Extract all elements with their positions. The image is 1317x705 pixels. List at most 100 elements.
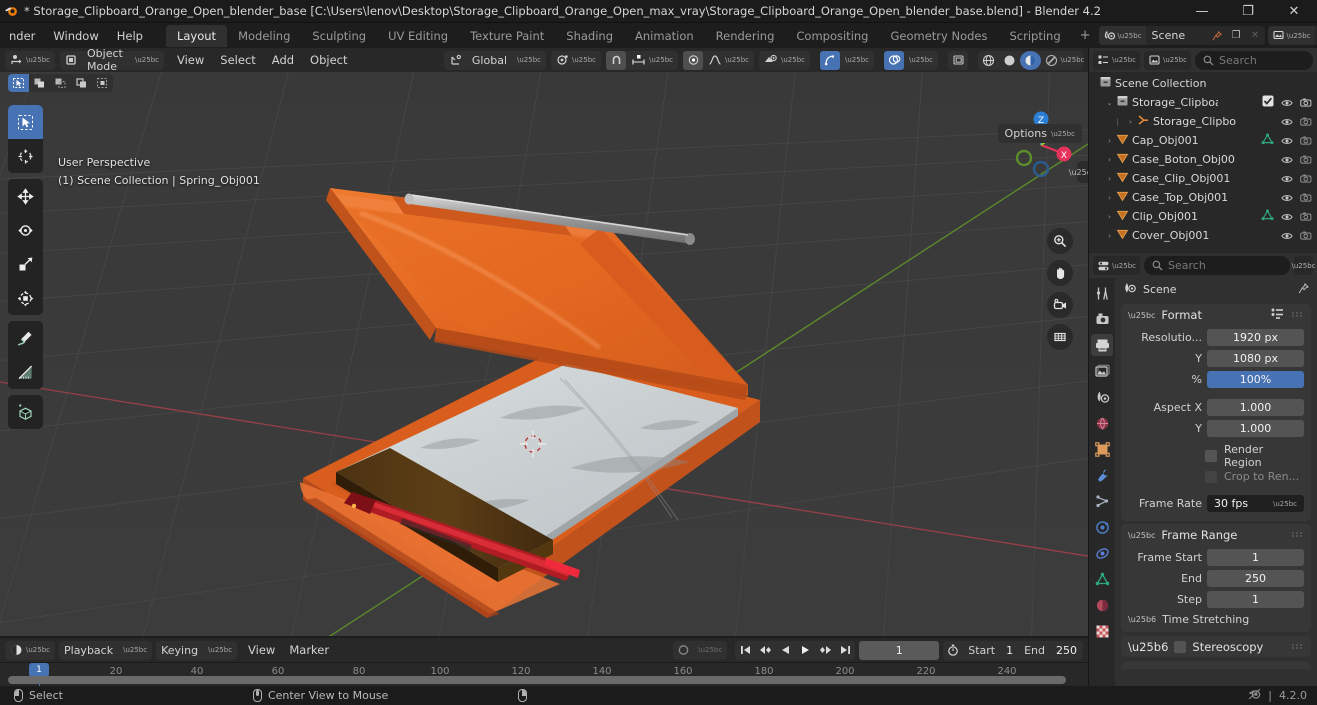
frame-end-value[interactable]: 250	[1207, 570, 1304, 587]
viewport-options-button[interactable]: Options \u25bc	[997, 124, 1082, 143]
play-button[interactable]	[795, 641, 815, 660]
toggle-orthographic-icon[interactable]	[1047, 324, 1073, 350]
object-tab[interactable]	[1091, 438, 1113, 460]
add-workspace-button[interactable]: +	[1072, 25, 1099, 46]
disclosure-triangle-icon[interactable]: ›	[1103, 175, 1116, 183]
collection-checkbox[interactable]	[1262, 95, 1274, 110]
tab-modeling[interactable]: Modeling	[227, 25, 301, 47]
show-overlays-icon[interactable]	[884, 50, 904, 70]
object-mode-icon[interactable]	[60, 51, 82, 70]
pin-icon[interactable]	[1208, 26, 1227, 45]
view-layer-tab[interactable]	[1091, 360, 1113, 382]
scale-tool[interactable]	[8, 247, 43, 281]
next-keyframe-button[interactable]	[815, 641, 835, 660]
tab-layout[interactable]: Layout	[165, 24, 228, 47]
measure-tool[interactable]	[8, 355, 43, 389]
end-value[interactable]: 250	[1050, 644, 1083, 657]
zoom-icon[interactable]	[1047, 228, 1073, 254]
material-preview-shading-icon[interactable]	[1020, 50, 1041, 70]
add-cube-tool[interactable]	[8, 395, 43, 429]
proportional-editing-group[interactable]: \u25bc	[683, 50, 754, 70]
chevron-down-icon[interactable]: \u25bc	[1128, 311, 1155, 320]
outliner-row-storage-clipboard-empty[interactable]: | › Storage_Clipbo	[1089, 112, 1317, 131]
transform-tool[interactable]	[8, 281, 43, 315]
material-tab[interactable]	[1091, 594, 1113, 616]
chevron-right-icon[interactable]: \u25b6	[1128, 640, 1168, 654]
snapping-group[interactable]: \u25bc	[606, 50, 678, 70]
disclosure-triangle-icon[interactable]: ›	[1103, 232, 1116, 240]
tab-rendering[interactable]: Rendering	[705, 25, 786, 47]
auto-keying-group[interactable]: \u25bc	[673, 640, 728, 660]
chevron-down-icon[interactable]: \u25bc	[203, 641, 237, 660]
viewlayer-icon[interactable]: \u25bc	[1267, 26, 1315, 45]
tab-scripting[interactable]: Scripting	[999, 25, 1072, 47]
panel-drag-handle-icon[interactable]	[1292, 308, 1304, 322]
3d-viewport[interactable]: \u25bc Object Mode \u25bc View Select Ad…	[0, 48, 1088, 636]
camera-icon[interactable]	[1300, 135, 1312, 147]
panel-drag-handle-icon[interactable]	[1292, 640, 1304, 654]
chevron-right-icon[interactable]: \u25b6	[1128, 615, 1156, 624]
viewlayer-selector[interactable]: \u25bc ViewLayer ❐ ✕	[1267, 26, 1317, 45]
snap-magnet-icon[interactable]	[606, 50, 626, 70]
frame-range-controls[interactable]: Start 1 End 250	[943, 640, 1083, 660]
tweak-select-tool[interactable]	[8, 105, 43, 139]
camera-icon[interactable]	[1300, 173, 1312, 185]
mesh-data-icon[interactable]	[1261, 209, 1274, 224]
panel-drag-handle-icon[interactable]	[1292, 528, 1304, 542]
viewport-menu-select[interactable]: Select	[212, 51, 263, 69]
viewport-menu-object[interactable]: Object	[302, 51, 355, 69]
keying-label[interactable]: Keying	[156, 641, 203, 660]
camera-icon[interactable]	[1300, 154, 1312, 166]
menu-help[interactable]: Help	[108, 26, 152, 46]
frame-range-panel[interactable]: \u25bc Frame Range Frame Start 1 End 250…	[1121, 524, 1311, 632]
preset-list-icon[interactable]	[1271, 308, 1284, 322]
viewport-nav-buttons[interactable]	[1047, 228, 1073, 350]
pan-hand-icon[interactable]	[1047, 260, 1073, 286]
chevron-down-icon[interactable]: \u25bc	[840, 51, 874, 70]
chevron-down-icon[interactable]: \u25bc	[512, 51, 546, 70]
eye-icon[interactable]	[1281, 135, 1293, 147]
frame-end-row[interactable]: End 250	[1128, 569, 1304, 588]
camera-icon[interactable]	[1300, 230, 1312, 242]
select-subtract-icon[interactable]	[50, 74, 71, 92]
editor-type-icon[interactable]: \u25bc	[5, 51, 55, 70]
chevron-down-icon[interactable]: \u25bc	[693, 641, 727, 660]
orientation-label[interactable]: Global	[467, 51, 512, 70]
texture-tab[interactable]	[1091, 620, 1113, 642]
viewport-canvas[interactable]	[0, 48, 1088, 636]
crop-to-render-region-row[interactable]: Crop to Ren...	[1205, 467, 1304, 486]
outliner-row-case-boton-obj00[interactable]: › Case_Boton_Obj00	[1089, 150, 1317, 169]
properties-options-chevron-icon[interactable]: \u25bc	[1292, 256, 1316, 275]
timeline-scrollbar[interactable]	[8, 676, 1066, 684]
new-scene-button[interactable]: ❐	[1227, 26, 1246, 45]
disclosure-triangle-icon[interactable]: ⌄	[1103, 99, 1116, 107]
tab-sculpting[interactable]: Sculpting	[301, 25, 377, 47]
playback-menu[interactable]: Playback \u25bc	[59, 640, 153, 660]
chevron-down-icon[interactable]: \u25bc	[904, 51, 938, 70]
frame-step-value[interactable]: 1	[1207, 591, 1304, 608]
visibility-selector[interactable]: \u25bc	[759, 50, 810, 70]
resolution-percent-row[interactable]: % 100%	[1128, 370, 1304, 389]
camera-icon[interactable]	[1300, 192, 1312, 204]
maximize-button[interactable]: ❐	[1225, 0, 1271, 23]
frame-step-row[interactable]: Step 1	[1128, 590, 1304, 609]
object-visibility-icon[interactable]: \u25bc	[759, 51, 810, 70]
format-panel[interactable]: \u25bc Format Resolutio... 1920 px Y 108…	[1121, 304, 1311, 521]
pivot-icon[interactable]: \u25bc	[551, 51, 601, 70]
stereoscopy-checkbox[interactable]	[1174, 640, 1187, 653]
tab-animation[interactable]: Animation	[624, 25, 705, 47]
orientation-axis-icon[interactable]	[444, 51, 467, 70]
timeline-editor-icon[interactable]: \u25bc	[5, 641, 55, 660]
rendered-shading-icon[interactable]	[1041, 51, 1062, 70]
outliner-tree[interactable]: Scene Collection ⌄ Storage_Clipboard_	[1089, 72, 1317, 247]
outliner-row-case-clip-obj001[interactable]: › Case_Clip_Obj001	[1089, 169, 1317, 188]
timeline-menu-view[interactable]: View	[241, 641, 282, 659]
scene-name[interactable]: Scene	[1146, 29, 1208, 42]
tab-texture-paint[interactable]: Texture Paint	[459, 25, 555, 47]
interaction-mode-selector[interactable]: Object Mode \u25bc	[60, 48, 164, 73]
current-frame-field[interactable]: 1	[859, 640, 940, 660]
camera-view-icon[interactable]	[1047, 292, 1073, 318]
crop-to-render-checkbox[interactable]	[1205, 470, 1217, 483]
aspect-x-value[interactable]: 1.000	[1207, 399, 1304, 416]
playback-label[interactable]: Playback	[59, 641, 118, 660]
